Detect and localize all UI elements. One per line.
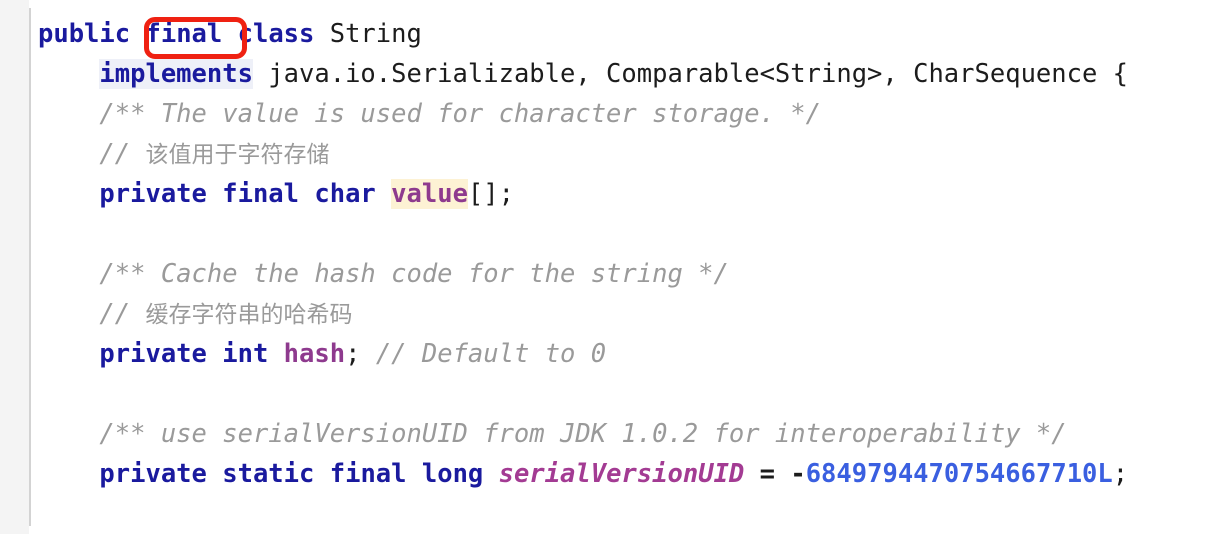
code-token: final — [222, 179, 300, 209]
code-token: static — [222, 459, 315, 489]
code-token: private — [99, 459, 207, 489]
code-token: 6849794470754667710L — [805, 459, 1113, 489]
code-token: char — [314, 179, 376, 209]
code-token: java.io.Serializable, Comparable<String>… — [252, 59, 1129, 89]
gutter-divider-rule — [29, 8, 31, 526]
code-line[interactable] — [38, 214, 1218, 254]
code-token: 该值用于字符存储 — [145, 142, 330, 168]
code-line[interactable]: /** use serialVersionUID from JDK 1.0.2 … — [38, 414, 1218, 454]
code-token: int — [222, 339, 269, 369]
code-line[interactable]: public final class String — [38, 14, 1218, 54]
code-block[interactable]: public final class String implements jav… — [38, 14, 1218, 494]
code-token: private — [99, 179, 207, 209]
code-token: long — [421, 459, 484, 489]
code-token: ; — [345, 339, 376, 369]
code-token: // — [99, 299, 146, 329]
code-token: // Default to 0 — [375, 339, 607, 369]
code-token: // — [99, 139, 146, 169]
code-token: value — [391, 179, 468, 209]
code-line[interactable]: // 该值用于字符存储 — [38, 134, 1218, 174]
code-token: serialVersionUID — [498, 459, 745, 489]
code-token: hash — [283, 339, 346, 369]
code-token: 缓存字符串的哈希码 — [145, 302, 353, 328]
code-token: /** use serialVersionUID from JDK 1.0.2 … — [99, 419, 1067, 449]
code-line[interactable]: private final char value[]; — [38, 174, 1218, 214]
code-token: private — [99, 339, 207, 369]
code-line[interactable]: // 缓存字符串的哈希码 — [38, 294, 1218, 334]
code-line[interactable]: /** Cache the hash code for the string *… — [38, 254, 1218, 294]
code-line[interactable] — [38, 374, 1218, 414]
code-line[interactable]: private static final long serialVersionU… — [38, 454, 1218, 494]
code-token: []; — [467, 179, 514, 209]
code-token: class — [237, 19, 315, 49]
code-token: implements — [99, 59, 253, 89]
code-token: String — [314, 19, 422, 49]
code-token: public — [38, 19, 131, 49]
code-token: final — [329, 459, 407, 489]
code-token: final — [145, 19, 223, 49]
code-token: /** The value is used for character stor… — [99, 99, 821, 129]
code-token: - — [790, 459, 806, 489]
code-line[interactable]: private int hash; // Default to 0 — [38, 334, 1218, 374]
code-token: = — [744, 459, 791, 489]
editor-gutter — [0, 0, 29, 534]
code-token: ; — [1112, 459, 1129, 489]
code-line[interactable]: /** The value is used for character stor… — [38, 94, 1218, 134]
code-token: /** Cache the hash code for the string *… — [99, 259, 729, 289]
code-line[interactable]: implements java.io.Serializable, Compara… — [38, 54, 1218, 94]
code-snippet-screenshot: public final class String implements jav… — [0, 0, 1222, 534]
